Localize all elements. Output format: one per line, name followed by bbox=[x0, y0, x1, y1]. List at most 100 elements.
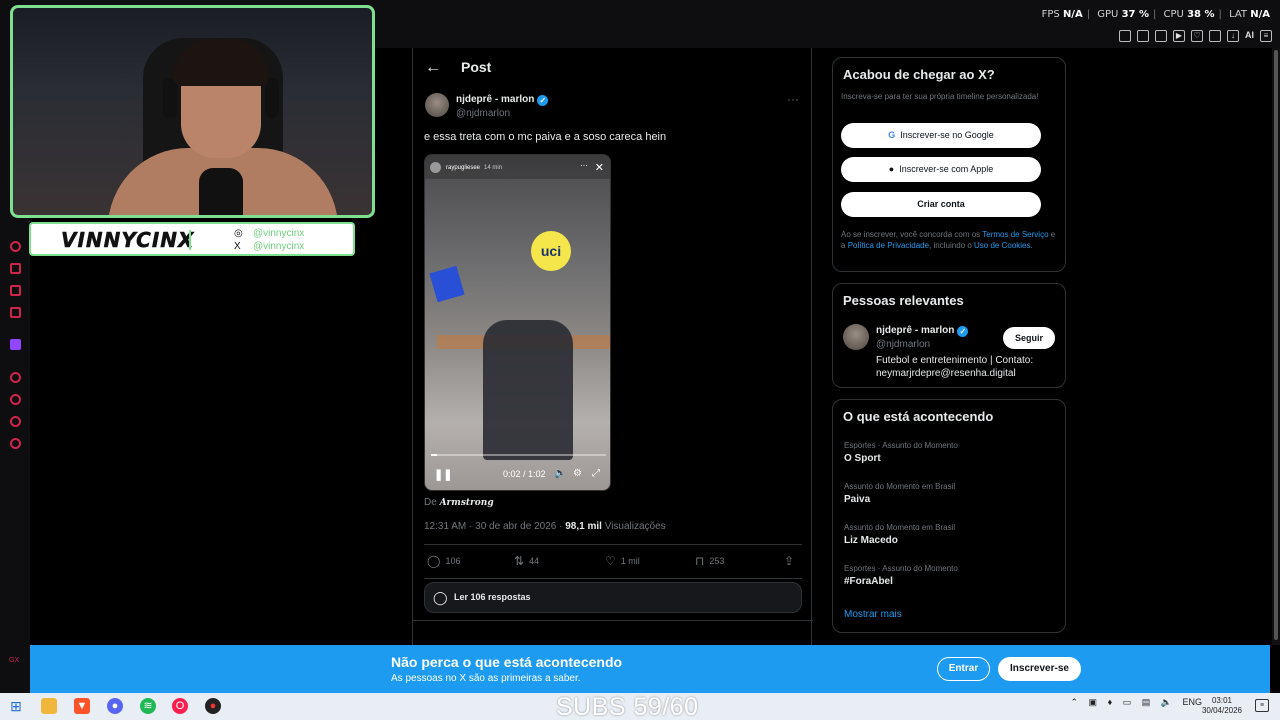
sidebar-clock-icon[interactable] bbox=[10, 394, 21, 405]
privacy-link[interactable]: Política de Privacidade bbox=[848, 241, 929, 250]
page-scrollbar[interactable] bbox=[1272, 48, 1280, 645]
microphone-icon[interactable]: ♦ bbox=[1108, 697, 1113, 707]
speaker-icon[interactable]: 🔈 bbox=[1161, 697, 1172, 707]
divider bbox=[424, 544, 802, 545]
download-icon[interactable]: ↓ bbox=[1227, 30, 1239, 42]
person-handle[interactable]: @njdmarlon bbox=[876, 339, 930, 350]
scrollbar-thumb[interactable] bbox=[1274, 50, 1278, 640]
gpu-label: GPU bbox=[1097, 9, 1119, 20]
snapshot-icon[interactable] bbox=[1137, 30, 1149, 42]
person-name-text[interactable]: njdeprê - marlon bbox=[876, 325, 954, 336]
signup-legal: Ao se inscrever, você concorda com os Te… bbox=[841, 229, 1059, 251]
fullscreen-icon[interactable]: ⤢ bbox=[592, 468, 600, 479]
system-clock[interactable]: 03:01 30/04/2026 bbox=[1202, 696, 1242, 716]
person-bio: Futebol e entretenimento | Contato: neym… bbox=[876, 355, 1034, 379]
tray-chevron-icon[interactable]: ⌃ bbox=[1070, 697, 1078, 707]
tray-device-icon[interactable]: ▤ bbox=[1142, 697, 1151, 707]
sidebar-chat-icon[interactable] bbox=[10, 416, 21, 427]
source-name[interactable]: Armstrong bbox=[440, 498, 494, 508]
shield-icon[interactable] bbox=[1155, 30, 1167, 42]
discord-icon[interactable]: ● bbox=[107, 698, 123, 714]
windows-start-icon[interactable]: ⊞ bbox=[8, 698, 24, 714]
read-replies-button[interactable]: ◯ Ler 106 respostas bbox=[424, 582, 802, 613]
sidebar-player-icon[interactable] bbox=[10, 372, 21, 383]
register-button[interactable]: Inscrever-se bbox=[998, 657, 1081, 681]
instagram-icon: ◎ bbox=[234, 228, 243, 239]
author-name[interactable]: njdeprê - marlon ✓ bbox=[456, 94, 549, 106]
create-account-button[interactable]: Criar conta bbox=[841, 192, 1041, 217]
cookies-link[interactable]: Uso de Cookies. bbox=[974, 241, 1033, 250]
gpu-value: 37 % bbox=[1121, 9, 1149, 20]
uploader-info: raypugliesee 14 min bbox=[446, 165, 502, 171]
trends-card: O que está acontecendo Esportes · Assunt… bbox=[832, 399, 1066, 633]
follow-button[interactable]: Seguir bbox=[1003, 327, 1055, 349]
bookmark-button[interactable]: ⊓ 253 bbox=[695, 554, 724, 568]
cpu-value: 38 % bbox=[1187, 9, 1215, 20]
bookmark-icon: ⊓ bbox=[695, 554, 705, 568]
more-options-icon[interactable]: ··· bbox=[787, 92, 799, 106]
language-indicator[interactable]: ENG bbox=[1182, 697, 1202, 707]
trend-item[interactable]: Liz Macedo bbox=[844, 535, 898, 546]
file-explorer-icon[interactable] bbox=[41, 698, 57, 714]
sidebar-settings-icon[interactable] bbox=[10, 438, 21, 449]
headphone-right bbox=[265, 78, 279, 118]
video-progress-bar[interactable] bbox=[431, 454, 606, 456]
share-button[interactable]: ⇪ bbox=[784, 554, 799, 568]
author-avatar[interactable] bbox=[425, 93, 449, 117]
trend-item[interactable]: O Sport bbox=[844, 453, 881, 464]
pause-icon[interactable]: ❚❚ bbox=[434, 468, 452, 481]
sidebar-mail-icon[interactable] bbox=[10, 307, 21, 318]
apple-icon: ● bbox=[888, 164, 895, 174]
person-avatar[interactable] bbox=[843, 324, 869, 350]
terms-link[interactable]: Termos de Serviço bbox=[982, 230, 1048, 239]
sidebar-bag-icon[interactable] bbox=[10, 263, 21, 274]
volume-icon[interactable]: 🔈 bbox=[554, 468, 566, 479]
author-name-text[interactable]: njdeprê - marlon bbox=[456, 94, 534, 105]
pin-icon[interactable] bbox=[1119, 30, 1131, 42]
signup-title: Acabou de chegar ao X? bbox=[843, 67, 995, 82]
person-name[interactable]: njdeprê - marlon ✓ bbox=[876, 325, 969, 337]
play-icon[interactable]: ▶ bbox=[1173, 30, 1185, 42]
sidebar-history-icon[interactable] bbox=[10, 241, 21, 252]
login-button[interactable]: Entrar bbox=[937, 657, 990, 681]
video-player[interactable]: uci raypugliesee 14 min ··· ✕ ❚❚ 0:02 / 1… bbox=[424, 154, 611, 491]
app-icon[interactable]: ● bbox=[205, 698, 221, 714]
banner-subline: As pessoas no X são as primeiras a saber… bbox=[391, 673, 581, 684]
menu-icon[interactable]: ≡ bbox=[1260, 30, 1272, 42]
reply-count: 106 bbox=[445, 556, 461, 566]
sidebar-messenger-icon[interactable] bbox=[10, 285, 21, 296]
google-signup-button[interactable]: G Inscrever-se no Google bbox=[841, 123, 1041, 148]
notifications-icon[interactable]: ≡ bbox=[1255, 699, 1269, 712]
page-title: Post bbox=[461, 59, 492, 75]
tray-display-icon[interactable]: ▭ bbox=[1123, 697, 1132, 707]
performance-hud: FPS N/A | GPU 37 % | CPU 38 % | LAT N/A bbox=[1041, 9, 1270, 20]
back-arrow-icon[interactable]: ← bbox=[425, 59, 441, 77]
trend-item[interactable]: #ForaAbel bbox=[844, 576, 893, 587]
tray-app-icon[interactable]: ▣ bbox=[1089, 697, 1098, 707]
views-count: 98,1 mil bbox=[565, 521, 602, 532]
apple-signup-button[interactable]: ● Inscrever-se com Apple bbox=[841, 157, 1041, 182]
views-label: Visualizações bbox=[604, 521, 666, 532]
ai-button[interactable]: AI bbox=[1245, 30, 1254, 42]
read-replies-label: Ler 106 respostas bbox=[454, 592, 531, 602]
post-timestamp[interactable]: 12:31 AM · 30 de abr de 2026 · bbox=[424, 521, 562, 532]
speech-bubble-icon: ◯ bbox=[433, 590, 448, 605]
opera-gx-icon[interactable]: O bbox=[172, 698, 188, 714]
legal-including: , incluindo o bbox=[929, 241, 972, 250]
like-button[interactable]: ♡ 1 mil bbox=[605, 554, 640, 568]
show-more-link[interactable]: Mostrar mais bbox=[844, 609, 902, 620]
nameplate-divider bbox=[189, 230, 191, 250]
brave-browser-icon[interactable]: ▼ bbox=[74, 698, 90, 714]
profile-icon[interactable] bbox=[1209, 30, 1221, 42]
signup-subtitle: Inscreva-se para ter sua própria timelin… bbox=[841, 92, 1039, 101]
settings-gear-icon[interactable]: ⚙ bbox=[573, 468, 582, 479]
author-handle[interactable]: @njdmarlon bbox=[456, 108, 510, 119]
reply-button[interactable]: ◯ 106 bbox=[427, 554, 460, 568]
spotify-icon[interactable]: ≋ bbox=[140, 698, 156, 714]
repost-count: 44 bbox=[529, 556, 540, 566]
trend-item[interactable]: Paiva bbox=[844, 494, 870, 505]
heart-icon[interactable]: ♡ bbox=[1191, 30, 1203, 42]
twitch-icon[interactable] bbox=[10, 339, 21, 350]
post-meta: 12:31 AM · 30 de abr de 2026 · 98,1 mil … bbox=[424, 521, 666, 532]
repost-button[interactable]: ⇅ 44 bbox=[514, 554, 539, 568]
